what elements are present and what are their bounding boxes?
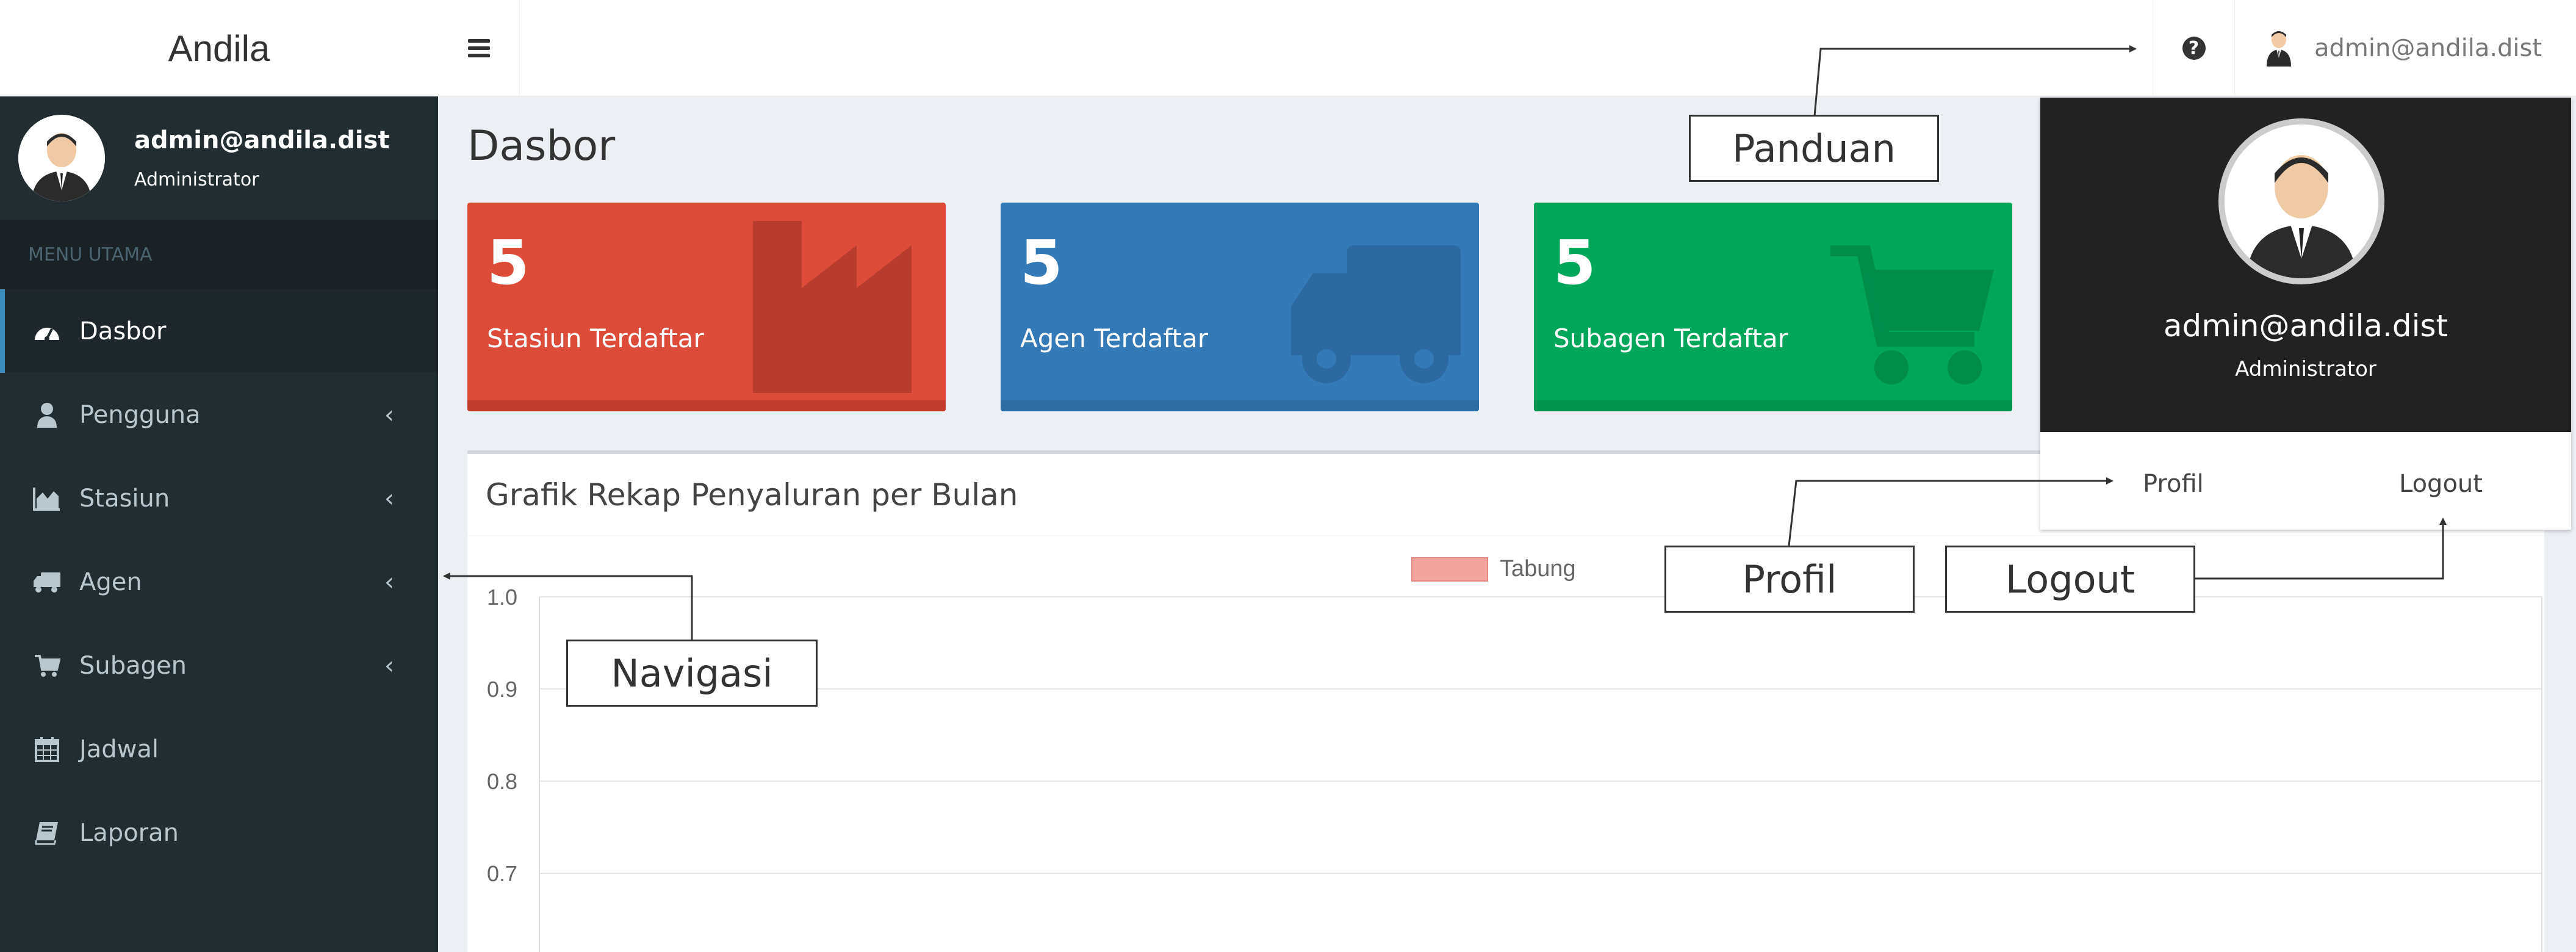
stat-label: Subagen Terdaftar	[1553, 323, 1788, 353]
sidebar-item-label: Stasiun	[79, 484, 170, 513]
industry-icon	[753, 221, 912, 393]
y-tick-label: 1.0	[487, 585, 517, 610]
top-navbar: ? admin@andila.dist	[438, 0, 2576, 96]
sidebar-item-pengguna[interactable]: Pengguna ‹	[0, 373, 438, 456]
truck-icon	[1291, 245, 1461, 383]
sidebar-item-dasbor[interactable]: Dasbor	[0, 289, 438, 373]
dropdown-user-role: Administrator	[2235, 357, 2376, 381]
y-tick-label: 0.9	[487, 677, 517, 702]
sidebar-item-label: Dasbor	[79, 317, 167, 345]
chevron-left-icon: ‹	[384, 400, 394, 429]
hamburger-icon	[467, 39, 490, 57]
chevron-left-icon: ‹	[384, 651, 394, 680]
stat-value: 5	[487, 227, 530, 298]
user-dropdown: admin@andila.dist Administrator Profil L…	[2040, 98, 2571, 530]
question-circle-icon: ?	[2182, 37, 2206, 60]
stat-label: Agen Terdaftar	[1020, 323, 1209, 353]
header-user-email: admin@andila.dist	[2314, 34, 2542, 62]
profile-button[interactable]: Profil	[2143, 470, 2204, 498]
sidebar-user-email: admin@andila.dist	[134, 126, 390, 154]
sidebar-item-subagen[interactable]: Subagen ‹	[0, 624, 438, 707]
brand-logo[interactable]: Andila	[0, 0, 438, 96]
y-grid: 1.0 0.9 0.8 0.7	[487, 585, 2542, 886]
user-menu-toggle[interactable]: admin@andila.dist	[2234, 0, 2576, 96]
area-chart-icon	[32, 483, 62, 514]
chevron-left-icon: ‹	[384, 568, 394, 596]
y-tick-label: 0.8	[487, 769, 517, 794]
stat-value: 5	[1553, 227, 1596, 298]
sidebar-item-agen[interactable]: Agen ‹	[0, 540, 438, 624]
logout-button[interactable]: Logout	[2399, 470, 2483, 498]
dropdown-user-email: admin@andila.dist	[2163, 308, 2448, 344]
callout-logout: Logout	[1945, 546, 2195, 613]
callout-panduan: Panduan	[1689, 115, 1939, 182]
book-icon	[32, 818, 62, 848]
app-root: Andila ? admin@andila.dist admin@andila.…	[0, 0, 2576, 952]
stat-box-agen[interactable]: 5 Agen Terdaftar	[1001, 203, 1479, 411]
menu-header: MENU UTAMA	[0, 220, 438, 289]
sidebar-user-panel: admin@andila.dist Administrator	[0, 96, 438, 220]
y-tick-label: 0.7	[487, 861, 517, 886]
user-footer: Profil Logout	[2040, 432, 2571, 530]
sidebar-item-stasiun[interactable]: Stasiun ‹	[0, 456, 438, 540]
sidebar-user-role: Administrator	[134, 168, 259, 190]
sidebar-item-label: Laporan	[79, 818, 179, 847]
user-avatar-icon	[18, 115, 105, 201]
cart-icon	[32, 651, 62, 681]
user-header: admin@andila.dist Administrator	[2040, 98, 2571, 432]
user-icon	[32, 400, 62, 430]
sidebar-toggle-button[interactable]	[438, 0, 520, 96]
cart-icon	[1830, 245, 1994, 384]
stat-box-footer	[1534, 400, 2012, 411]
stat-value: 5	[1020, 227, 1063, 298]
legend-swatch	[1411, 557, 1488, 582]
stat-box-footer	[467, 400, 946, 411]
chart-area: Tabung 1.0 0.9 0.8 0.7	[467, 536, 2544, 952]
stat-box-stasiun[interactable]: 5 Stasiun Terdaftar	[467, 203, 946, 411]
calendar-icon	[32, 734, 62, 765]
legend-label: Tabung	[1500, 556, 1576, 582]
stat-label: Stasiun Terdaftar	[487, 323, 704, 353]
sidebar-item-label: Pengguna	[79, 400, 201, 429]
sidebar-item-label: Jadwal	[79, 735, 159, 763]
brand-name: Andila	[168, 27, 270, 69]
dashboard-icon	[32, 316, 62, 347]
callout-profil: Profil	[1664, 546, 1915, 613]
avatar	[2218, 118, 2384, 284]
sidebar-item-laporan[interactable]: Laporan	[0, 791, 438, 874]
user-avatar-icon	[2267, 31, 2291, 67]
page-title: Dasbor	[467, 122, 616, 170]
stat-box-subagen[interactable]: 5 Subagen Terdaftar	[1534, 203, 2012, 411]
sidebar-item-label: Subagen	[79, 651, 187, 680]
callout-navigasi: Navigasi	[566, 640, 818, 707]
sidebar-item-jadwal[interactable]: Jadwal	[0, 707, 438, 791]
avatar	[18, 115, 105, 201]
user-avatar-icon	[2225, 124, 2378, 278]
truck-icon	[32, 567, 62, 597]
sidebar-item-label: Agen	[79, 568, 142, 596]
chevron-left-icon: ‹	[384, 484, 394, 513]
help-button[interactable]: ?	[2153, 0, 2234, 96]
stat-box-footer	[1001, 400, 1479, 411]
sidebar: admin@andila.dist Administrator MENU UTA…	[0, 96, 438, 952]
chart-svg: Tabung 1.0 0.9 0.8 0.7	[487, 556, 2542, 952]
